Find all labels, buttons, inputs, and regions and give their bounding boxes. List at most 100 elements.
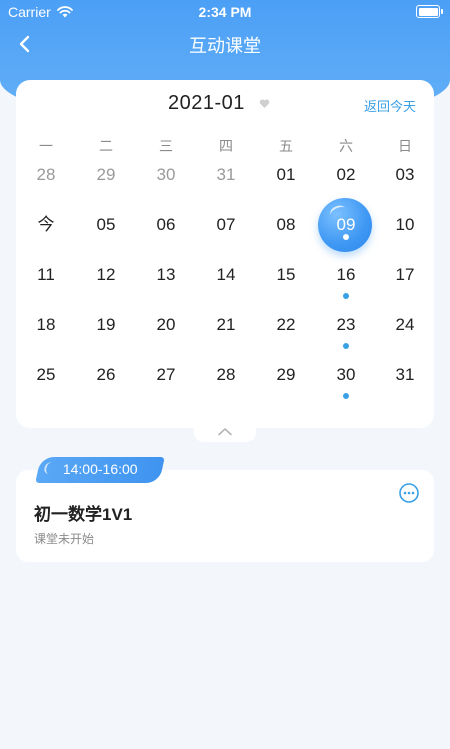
calendar-day-number: 14: [216, 265, 236, 284]
calendar-day[interactable]: 14: [196, 260, 256, 304]
calendar-day[interactable]: 10: [375, 210, 435, 254]
calendar-day[interactable]: 30: [136, 160, 196, 204]
weekday-label: 一: [39, 138, 53, 154]
calendar-day-number: 28: [216, 365, 236, 384]
calendar-day-number: 01: [276, 165, 296, 184]
calendar-day[interactable]: 28: [196, 360, 256, 404]
calendar-day-number: 03: [395, 165, 415, 184]
collapse-calendar-button[interactable]: [194, 420, 256, 442]
heart-icon: [259, 98, 270, 108]
calendar-day-number: 27: [156, 365, 176, 384]
class-scheduled-dot: [343, 234, 349, 240]
class-scheduled-dot: [343, 393, 349, 399]
calendar-day-number: 30: [336, 365, 356, 384]
status-bar: Carrier 2:34 PM: [0, 0, 450, 24]
calendar-day-number: 02: [336, 165, 356, 184]
calendar-day[interactable]: 20: [136, 310, 196, 354]
calendar-day-number: 23: [336, 315, 356, 334]
weekday-label: 五: [279, 138, 293, 154]
weekday-label: 三: [159, 138, 173, 154]
calendar-day[interactable]: 07: [196, 210, 256, 254]
calendar-day[interactable]: 今: [16, 210, 76, 254]
calendar-day[interactable]: 29: [256, 360, 316, 404]
calendar-day[interactable]: 12: [76, 260, 136, 304]
weekday-label: 日: [398, 138, 412, 154]
calendar-day-number: 13: [156, 265, 176, 284]
calendar-day[interactable]: 06: [136, 210, 196, 254]
calendar-day[interactable]: 31: [196, 160, 256, 204]
status-time: 2:34 PM: [198, 4, 252, 20]
chevron-up-icon: [218, 427, 232, 435]
month-label: 2021-01: [168, 92, 245, 114]
calendar-day-number: 31: [216, 165, 236, 184]
calendar-day[interactable]: 03: [375, 160, 435, 204]
calendar-day-number: 28: [36, 165, 56, 184]
calendar-day[interactable]: 15: [256, 260, 316, 304]
calendar-day-number: 30: [156, 165, 176, 184]
lesson-time: 14:00-16:00: [62, 461, 138, 477]
calendar-day[interactable]: 08: [256, 210, 316, 254]
calendar-day-number: 17: [395, 265, 415, 284]
calendar-day[interactable]: 18: [16, 310, 76, 354]
calendar-day-number: 08: [276, 215, 296, 234]
calendar-day-number: 18: [36, 315, 56, 334]
battery-icon: [416, 5, 443, 18]
month-selector[interactable]: 2021-01: [168, 92, 270, 115]
calendar-day[interactable]: 01: [256, 160, 316, 204]
calendar-day-number: 21: [216, 315, 236, 334]
navigation-bar: 互动课堂: [0, 24, 450, 64]
calendar-day[interactable]: 29: [76, 160, 136, 204]
weekday-label: 二: [99, 138, 113, 154]
calendar-card: 2021-01 返回今天 一 二 三 四 五 六 日 28 29 30 31 01 02 03 今 05 06…: [16, 80, 434, 428]
calendar-day[interactable]: 19: [76, 310, 136, 354]
calendar-day-selected[interactable]: 09: [316, 198, 376, 254]
calendar-day-number: 20: [156, 315, 176, 334]
lesson-status: 课堂未开始: [34, 532, 95, 546]
calendar-day[interactable]: 17: [375, 260, 435, 304]
calendar-day-number: 06: [156, 215, 176, 234]
class-scheduled-dot: [343, 293, 349, 299]
weekday-label: 四: [219, 138, 233, 154]
calendar-day-number: 16: [336, 265, 356, 284]
calendar-day-number: 05: [96, 215, 116, 234]
calendar-day-number: 29: [276, 365, 296, 384]
page-title: 互动课堂: [189, 36, 261, 56]
calendar-day-number: 25: [36, 365, 56, 384]
lesson-time-badge: 14:00-16:00: [35, 457, 165, 483]
calendar-day[interactable]: 22: [256, 310, 316, 354]
calendar-day[interactable]: 31: [375, 360, 435, 404]
lesson-title: 初一数学1V1: [34, 505, 133, 524]
calendar-day[interactable]: 30: [316, 360, 376, 404]
calendar-day[interactable]: 16: [316, 260, 376, 304]
weekday-row: 一二三四五六日: [16, 136, 434, 156]
calendar-day[interactable]: 23: [316, 310, 376, 354]
calendar-day-number: 12: [96, 265, 116, 284]
more-icon: [399, 483, 419, 503]
lesson-card[interactable]: 初一数学1V1 课堂未开始: [16, 470, 434, 562]
calendar-day-number: 10: [395, 215, 415, 234]
calendar-day-number: 31: [395, 365, 415, 384]
calendar-day-number: 22: [276, 315, 296, 334]
calendar-day[interactable]: 13: [136, 260, 196, 304]
calendar-day-number: 今: [37, 215, 55, 234]
calendar-day[interactable]: 21: [196, 310, 256, 354]
class-scheduled-dot: [343, 343, 349, 349]
calendar-day-number: 19: [96, 315, 116, 334]
calendar-day-number: 29: [96, 165, 116, 184]
calendar-day[interactable]: 25: [16, 360, 76, 404]
more-options-button[interactable]: [398, 482, 420, 504]
calendar-day[interactable]: 11: [16, 260, 76, 304]
calendar-day[interactable]: 26: [76, 360, 136, 404]
calendar-day[interactable]: 28: [16, 160, 76, 204]
calendar-day[interactable]: 27: [136, 360, 196, 404]
calendar-day-number: 15: [276, 265, 296, 284]
calendar-header: 2021-01 返回今天: [16, 92, 434, 120]
back-to-today-button[interactable]: 返回今天: [364, 96, 416, 115]
calendar-day-number: 26: [96, 365, 116, 384]
calendar-day[interactable]: 24: [375, 310, 435, 354]
calendar-day-number: 11: [37, 265, 55, 284]
calendar-day[interactable]: 05: [76, 210, 136, 254]
calendar-day-number: 24: [395, 315, 415, 334]
calendar-day-number: 07: [216, 215, 236, 234]
weekday-label: 六: [339, 138, 353, 154]
